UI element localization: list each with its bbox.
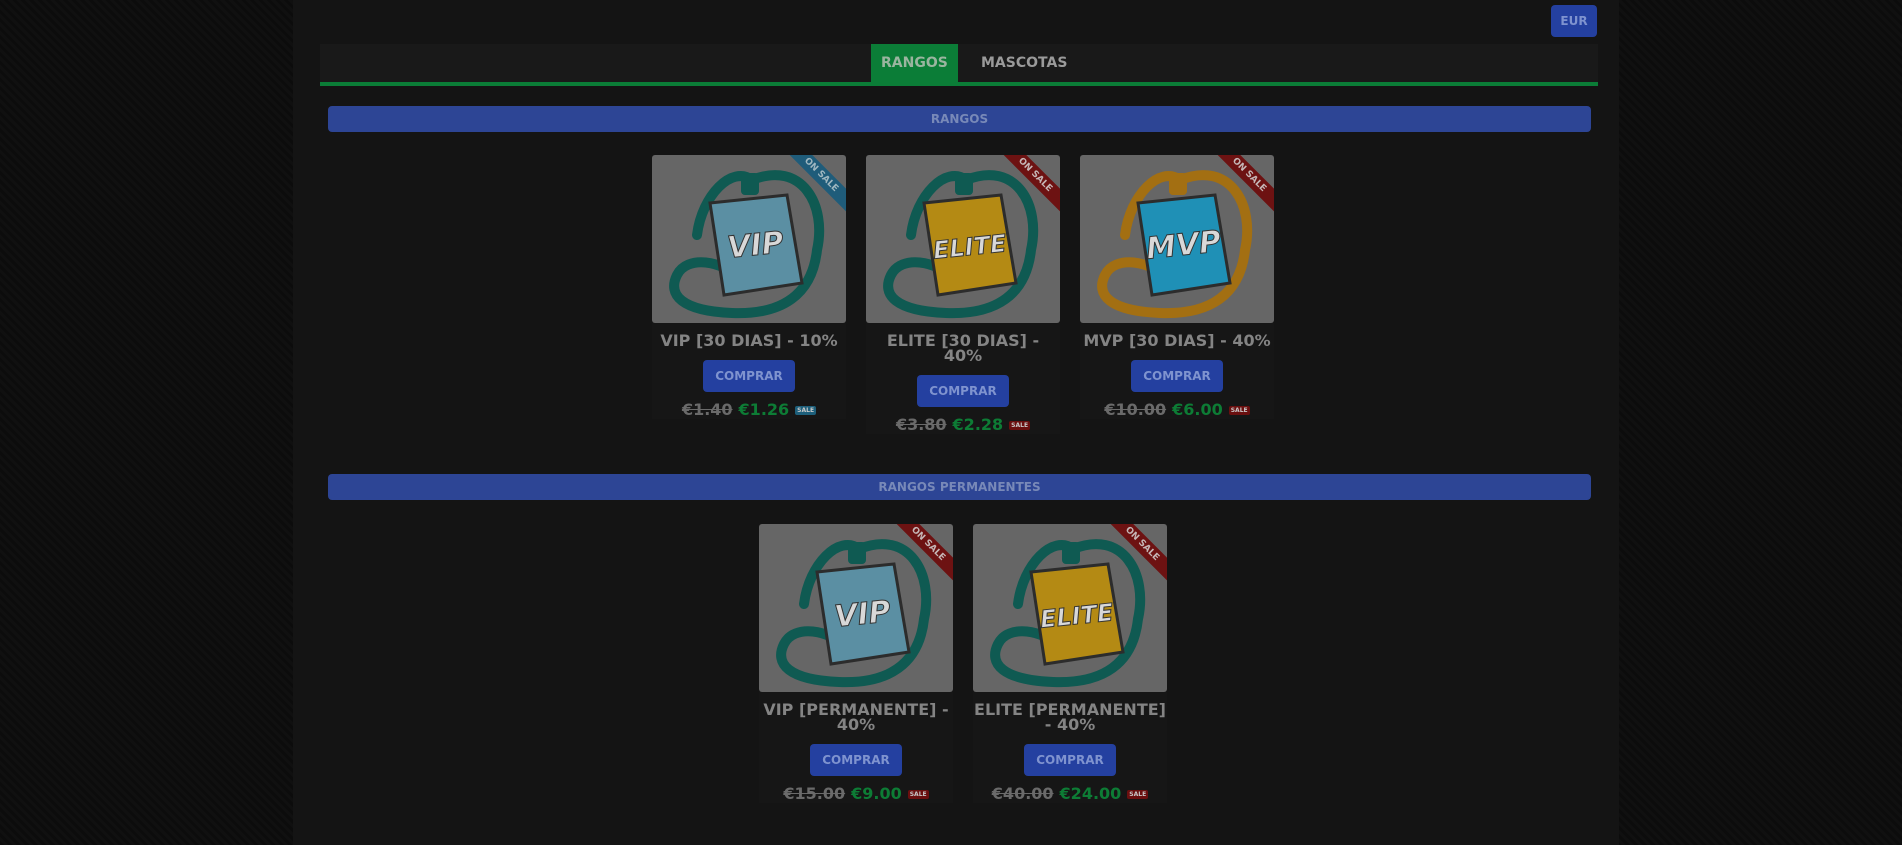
sale-tag: SALE xyxy=(1228,406,1250,415)
price-row: €15.00 €9.00 SALE xyxy=(759,784,953,803)
original-price: €1.40 xyxy=(681,400,733,419)
product-title: MVP [30 DIAS] - 40% xyxy=(1083,331,1271,350)
tab-rangos[interactable]: RANGOS xyxy=(871,44,958,82)
on-sale-ribbon: ON SALE xyxy=(1000,155,1060,215)
product-card: MVP ON SALE MVP [30 DIAS] - 40% COMPRAR €… xyxy=(1080,155,1274,419)
sale-tag: SALE xyxy=(795,406,817,415)
product-image[interactable]: VIP ON SALE xyxy=(652,155,846,323)
currency-selector-button[interactable]: EUR xyxy=(1551,5,1597,37)
sale-price: €1.26 xyxy=(738,400,790,419)
clip-shape xyxy=(848,542,866,564)
product-image[interactable]: ELITE ON SALE xyxy=(973,524,1167,692)
sale-price: €2.28 xyxy=(952,415,1004,434)
product-title: ELITE [30 DIAS] - 40% xyxy=(886,331,1040,365)
original-price: €10.00 xyxy=(1104,400,1167,419)
product-title: VIP [30 DIAS] - 10% xyxy=(660,331,838,350)
buy-button[interactable]: COMPRAR xyxy=(810,744,902,776)
buy-button[interactable]: COMPRAR xyxy=(917,375,1009,407)
clip-shape xyxy=(1062,542,1080,564)
buy-button[interactable]: COMPRAR xyxy=(1024,744,1116,776)
sale-price: €24.00 xyxy=(1059,784,1122,803)
product-image[interactable]: VIP ON SALE xyxy=(759,524,953,692)
original-price: €3.80 xyxy=(895,415,947,434)
product-title: ELITE [PERMANENTE] - 40% xyxy=(974,700,1166,734)
on-sale-ribbon: ON SALE xyxy=(893,524,953,584)
category-tabs: RANGOS MASCOTAS xyxy=(320,44,1598,86)
price-row: €3.80 €2.28 SALE xyxy=(866,415,1060,434)
sale-price: €6.00 xyxy=(1172,400,1223,419)
original-price: €15.00 xyxy=(783,784,846,803)
on-sale-ribbon-text: ON SALE xyxy=(1214,155,1274,215)
price-row: €10.00 €6.00 SALE xyxy=(1080,400,1274,419)
background-pattern-left xyxy=(0,0,293,845)
on-sale-ribbon: ON SALE xyxy=(1107,524,1167,584)
on-sale-ribbon-text: ON SALE xyxy=(1107,524,1167,584)
price-row: €1.40 €1.26 SALE xyxy=(652,400,846,419)
on-sale-ribbon-text: ON SALE xyxy=(786,155,846,215)
section-header-rangos-permanentes: RANGOS PERMANENTES xyxy=(328,474,1591,500)
original-price: €40.00 xyxy=(991,784,1054,803)
background-pattern-right xyxy=(1609,0,1902,845)
sale-tag: SALE xyxy=(907,790,929,799)
on-sale-ribbon-text: ON SALE xyxy=(1000,155,1060,215)
tab-mascotas[interactable]: MASCOTAS xyxy=(971,44,1077,82)
on-sale-ribbon: ON SALE xyxy=(1214,155,1274,215)
price-row: €40.00 €24.00 SALE xyxy=(973,784,1167,803)
product-image[interactable]: MVP ON SALE xyxy=(1080,155,1274,323)
product-card: ELITE ON SALE ELITE [PERMANENTE] - 40% CO… xyxy=(973,524,1167,803)
on-sale-ribbon: ON SALE xyxy=(786,155,846,215)
sale-price: €9.00 xyxy=(851,784,902,803)
product-card: VIP ON SALE VIP [PERMANENTE] - 40% COMPRA… xyxy=(759,524,953,803)
badge-label: VIP xyxy=(726,225,786,266)
product-card: VIP ON SALE VIP [30 DIAS] - 10% COMPRAR €… xyxy=(652,155,846,419)
product-card: ELITE ON SALE ELITE [30 DIAS] - 40% COMPR… xyxy=(866,155,1060,434)
product-image[interactable]: ELITE ON SALE xyxy=(866,155,1060,323)
buy-button[interactable]: COMPRAR xyxy=(1131,360,1223,392)
badge-label: VIP xyxy=(833,594,893,635)
clip-shape xyxy=(955,173,973,195)
sale-tag: SALE xyxy=(1127,790,1149,799)
sale-tag: SALE xyxy=(1009,421,1031,430)
clip-shape xyxy=(741,173,759,195)
section-header-rangos: RANGOS xyxy=(328,106,1591,132)
buy-button[interactable]: COMPRAR xyxy=(703,360,795,392)
product-title: VIP [PERMANENTE] - 40% xyxy=(763,700,949,734)
on-sale-ribbon-text: ON SALE xyxy=(893,524,953,584)
clip-shape xyxy=(1169,173,1187,195)
